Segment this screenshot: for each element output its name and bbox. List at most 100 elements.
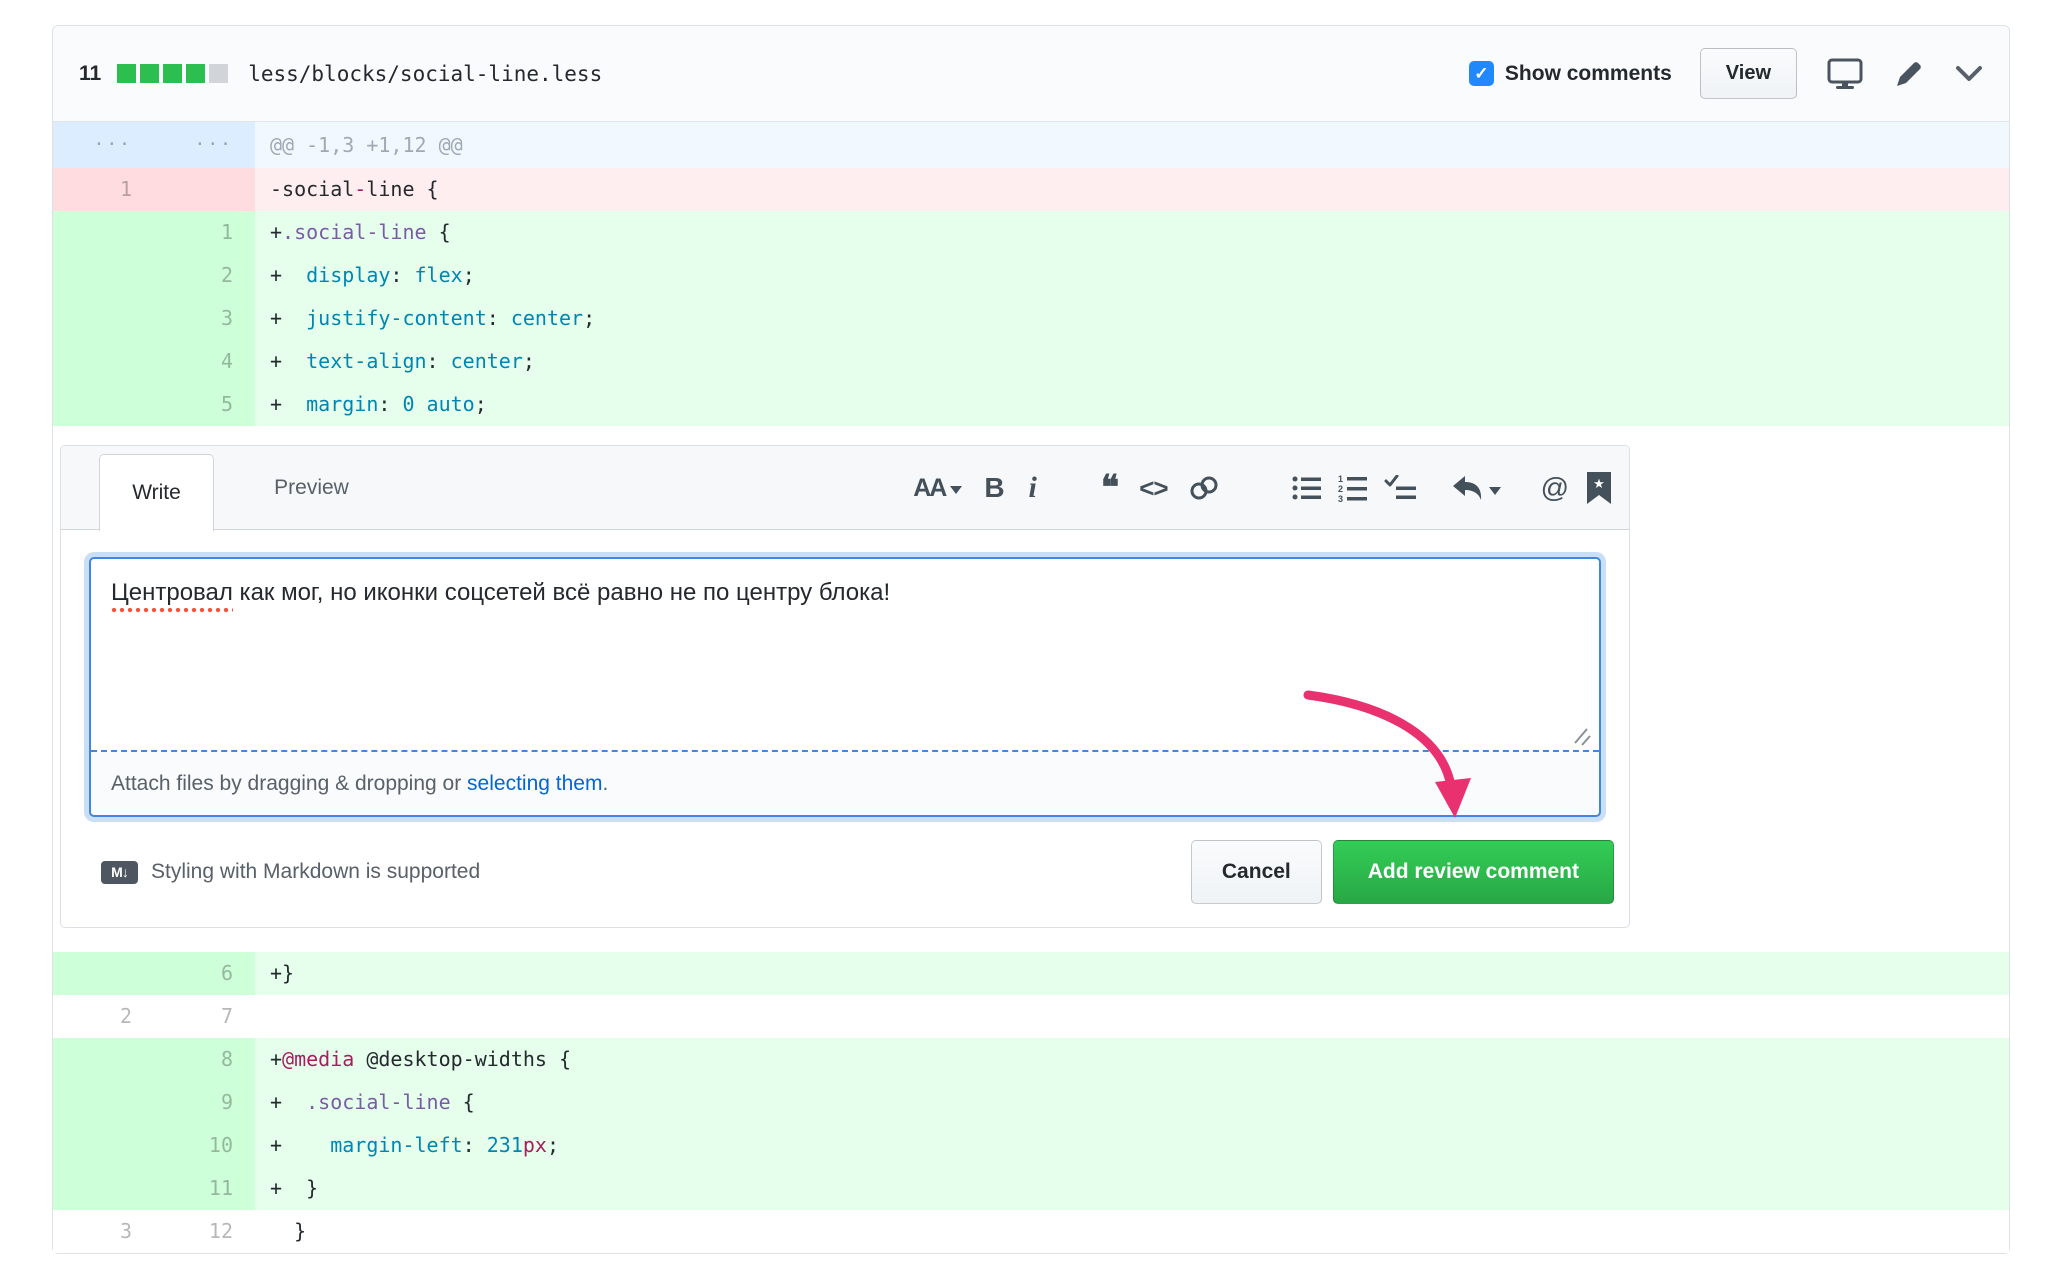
quote-icon[interactable]: ❝ (1101, 471, 1119, 505)
diff-code-row: 312 } (53, 1210, 2009, 1253)
hunk-header: @@ -1,3 +1,12 @@ (255, 122, 2009, 168)
old-line-number[interactable]: 2 (53, 995, 154, 1038)
code-line (255, 995, 2009, 1038)
code-line: +@media @desktop-widths { (255, 1038, 2009, 1081)
new-line-number[interactable]: 4 (154, 340, 255, 383)
code-icon[interactable]: <> (1139, 475, 1167, 501)
new-line-number[interactable]: 8 (154, 1038, 255, 1081)
code-line: } (255, 1210, 2009, 1253)
bold-icon[interactable]: B (984, 474, 1004, 502)
view-button[interactable]: View (1700, 48, 1797, 99)
file-path[interactable]: less/blocks/social-line.less (248, 62, 602, 86)
new-line-number[interactable]: 9 (154, 1081, 255, 1124)
new-line-number[interactable]: 5 (154, 383, 255, 426)
svg-text:2: 2 (1338, 484, 1343, 494)
old-line-number[interactable] (53, 297, 154, 340)
old-line-number[interactable] (53, 340, 154, 383)
task-list-icon[interactable] (1384, 475, 1416, 501)
reference-icon[interactable]: ★ (1587, 472, 1611, 504)
file-header: 11 less/blocks/social-line.less ✓ Show c… (53, 26, 2009, 122)
tab-write[interactable]: Write (99, 454, 214, 531)
unordered-list-icon[interactable] (1292, 475, 1322, 501)
cancel-button[interactable]: Cancel (1191, 840, 1322, 904)
tab-preview[interactable]: Preview (249, 446, 374, 530)
new-line-number[interactable]: 12 (154, 1210, 255, 1253)
diffstat-block-added (117, 64, 136, 83)
old-line-number[interactable] (53, 254, 154, 297)
comment-textarea[interactable]: Центровал как мог, но иконки соцсетей вс… (91, 559, 1599, 752)
new-line-number[interactable]: 7 (154, 995, 255, 1038)
diffstat-block-added (163, 64, 182, 83)
saved-replies-icon[interactable] (1450, 474, 1501, 502)
new-line-number[interactable]: 6 (154, 952, 255, 995)
expand-diff-button[interactable]: ··· (53, 122, 154, 168)
new-line-number[interactable]: 11 (154, 1167, 255, 1210)
diff-code-row: 10+ margin-left: 231px; (53, 1124, 2009, 1167)
diff-code-row: 6+} (53, 952, 2009, 995)
resize-grip[interactable] (1571, 727, 1593, 752)
new-line-number[interactable]: 1 (154, 211, 255, 254)
diff-code-row: 2+ display: flex; (53, 254, 2009, 297)
caret-down-icon (950, 486, 962, 494)
new-line-number[interactable]: 3 (154, 297, 255, 340)
display-icon[interactable] (1827, 58, 1863, 90)
code-line: + } (255, 1167, 2009, 1210)
diff-rows-top: ······@@ -1,3 +1,12 @@1-social-line {1+.… (53, 122, 2009, 426)
new-line-number[interactable]: 10 (154, 1124, 255, 1167)
markdown-hint[interactable]: Styling with Markdown is supported (151, 860, 480, 884)
code-line: +} (255, 952, 2009, 995)
diff-code-row: 4+ text-align: center; (53, 340, 2009, 383)
code-line: + .social-line { (255, 1081, 2009, 1124)
diff-code-row: 9+ .social-line { (53, 1081, 2009, 1124)
old-line-number[interactable] (53, 1167, 154, 1210)
old-line-number[interactable] (53, 1038, 154, 1081)
text-size-icon[interactable]: AA (913, 476, 962, 501)
show-comments-label: Show comments (1505, 62, 1672, 86)
add-review-comment-button[interactable]: Add review comment (1333, 840, 1614, 904)
old-line-number[interactable]: 3 (53, 1210, 154, 1253)
caret-down-icon (1489, 487, 1501, 495)
attach-files-area[interactable]: Attach files by dragging & dropping or s… (91, 752, 1599, 815)
old-line-number[interactable] (53, 1081, 154, 1124)
old-line-number[interactable] (53, 211, 154, 254)
show-comments-checkbox[interactable]: ✓ (1469, 61, 1494, 86)
old-line-number[interactable] (53, 1124, 154, 1167)
pencil-icon[interactable] (1893, 58, 1925, 90)
code-line: + margin-left: 231px; (255, 1124, 2009, 1167)
attach-hint-period: . (602, 772, 608, 796)
italic-icon[interactable]: i (1029, 473, 1037, 503)
diff-code-row: 3+ justify-content: center; (53, 297, 2009, 340)
inline-comment-form: Write Preview AA B i ❝ <> (60, 445, 1630, 928)
select-files-link[interactable]: selecting them (467, 772, 602, 796)
diffstat-block-added (140, 64, 159, 83)
code-line: + text-align: center; (255, 340, 2009, 383)
attach-hint: Attach files by dragging & dropping or (111, 772, 467, 796)
code-line: + margin: 0 auto; (255, 383, 2009, 426)
old-line-number[interactable] (53, 952, 154, 995)
code-line: +.social-line { (255, 211, 2009, 254)
misspelled-word: Центровал (111, 579, 233, 613)
svg-text:3: 3 (1338, 494, 1343, 502)
mention-icon[interactable]: @ (1541, 474, 1569, 502)
diff-code-row: 5+ margin: 0 auto; (53, 383, 2009, 426)
diff-code-row: 11+ } (53, 1167, 2009, 1210)
diff-code-row: 27 (53, 995, 2009, 1038)
old-line-number[interactable] (53, 383, 154, 426)
svg-text:1: 1 (1338, 474, 1343, 484)
diffstat-block-neutral (209, 64, 228, 83)
comment-tabs: Write Preview AA B i ❝ <> (61, 446, 1629, 530)
diff-code-row: 8+@media @desktop-widths { (53, 1038, 2009, 1081)
markdown-icon: M↓ (101, 861, 138, 884)
link-icon[interactable] (1188, 474, 1220, 502)
expand-diff-button[interactable]: ··· (154, 122, 255, 168)
file-diff-container: 11 less/blocks/social-line.less ✓ Show c… (52, 25, 2010, 1254)
diffstat (117, 64, 228, 83)
old-line-number[interactable]: 1 (53, 168, 154, 211)
ordered-list-icon[interactable]: 123 (1338, 474, 1368, 502)
chevron-down-icon[interactable] (1955, 65, 1983, 83)
comment-form-footer: M↓ Styling with Markdown is supported Ca… (61, 817, 1629, 927)
diff-code-row: 1+.social-line { (53, 211, 2009, 254)
comment-editor: Центровал как мог, но иконки соцсетей вс… (89, 557, 1601, 817)
new-line-number[interactable]: 2 (154, 254, 255, 297)
new-line-number[interactable] (154, 168, 255, 211)
